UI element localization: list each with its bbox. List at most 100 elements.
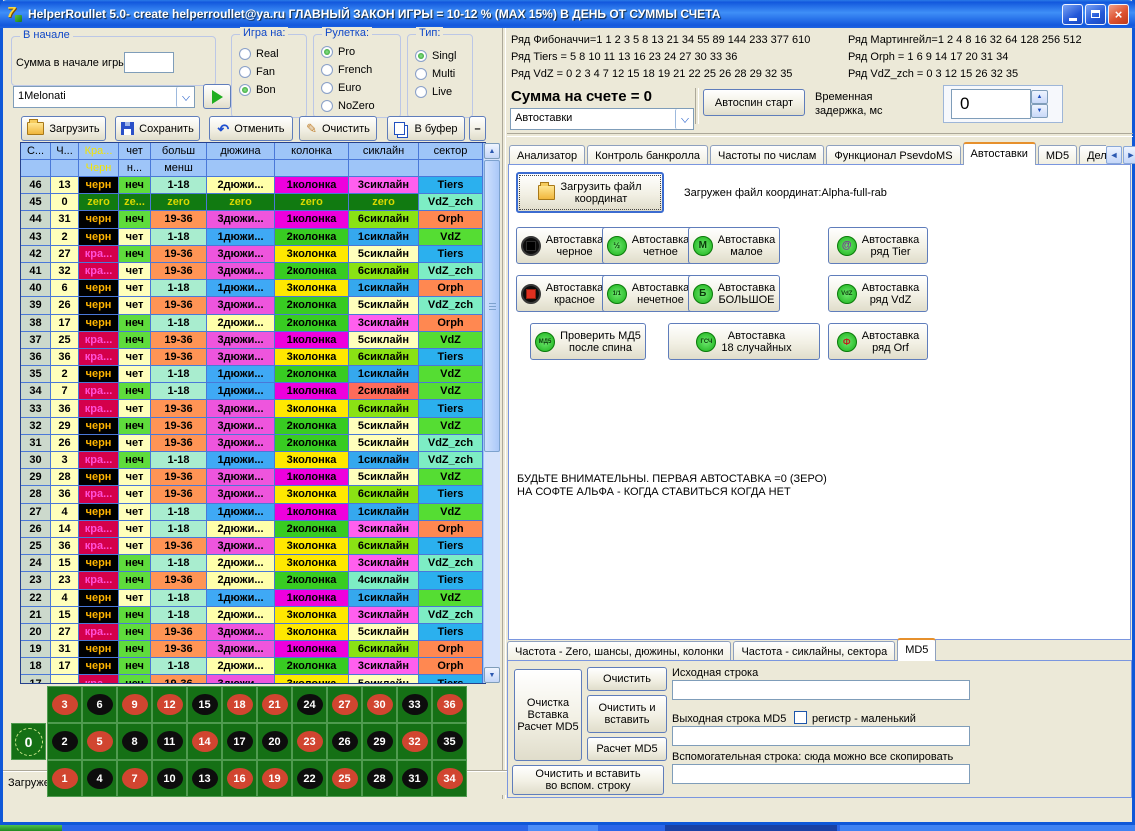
autobet-button-rnd[interactable]: ГСЧАвтоставка18 случайных [668,323,820,360]
board-cell-14[interactable]: 14 [187,723,222,760]
board-cell-22[interactable]: 22 [292,760,327,797]
column-header[interactable]: С... [21,143,51,160]
board-cell-30[interactable]: 30 [362,686,397,723]
taskbar-button[interactable] [528,825,598,831]
column-header[interactable]: дюжина [207,143,275,160]
column-header[interactable] [419,160,483,177]
board-cell-13[interactable]: 13 [187,760,222,797]
autobet-button-orf[interactable]: ФАвтоставкаряд Orf [828,323,928,360]
scroll-down-icon[interactable]: ▼ [484,667,500,683]
radio-option-bon[interactable]: Bon [239,81,279,99]
column-header[interactable]: н... [119,160,151,177]
tab-7[interactable]: Делени [1079,145,1106,165]
tab-1[interactable]: Анализатор [509,145,585,165]
column-header[interactable]: Черн [79,160,119,177]
column-header[interactable] [51,160,79,177]
column-header[interactable]: больш [151,143,207,160]
column-header[interactable]: сектор [419,143,483,160]
clear-and-paste-button[interactable]: Очистить ивставить [587,695,667,733]
lowercase-checkbox[interactable] [794,711,807,724]
freq-tab-2[interactable]: Частота - сиклайны, сектора [733,641,895,661]
scrollbar-thumb[interactable] [484,160,500,452]
board-cell-zero[interactable]: 0 [11,723,46,760]
maximize-button[interactable] [1085,4,1106,25]
board-cell-18[interactable]: 18 [222,686,257,723]
radio-option-real[interactable]: Real [239,45,279,63]
board-cell-12[interactable]: 12 [152,686,187,723]
column-header[interactable]: Кра... [79,143,119,160]
board-cell-25[interactable]: 25 [327,760,362,797]
tab-4[interactable]: Функционал PsevdoMS [826,145,960,165]
output-string-input[interactable] [672,726,970,746]
column-header[interactable]: Ч... [51,143,79,160]
board-cell-19[interactable]: 19 [257,760,292,797]
autobet-button-tier[interactable]: @Автоставкаряд Tier [828,227,928,264]
spinner-down-button[interactable]: ▼ [1031,104,1048,118]
radio-option-singl[interactable]: Singl [415,47,456,65]
autobet-button-odd[interactable]: 1/1Автоставканечетное [602,275,694,312]
radio-option-nozero[interactable]: NoZero [321,97,375,115]
board-cell-31[interactable]: 31 [397,760,432,797]
collapse-button[interactable]: – [469,116,486,141]
taskbar-button[interactable] [665,825,837,831]
board-cell-29[interactable]: 29 [362,723,397,760]
radio-option-french[interactable]: French [321,61,375,79]
panel-splitter[interactable] [502,28,506,799]
autospin-start-button[interactable]: Автоспин старт [703,89,805,116]
board-cell-23[interactable]: 23 [292,723,327,760]
board-cell-20[interactable]: 20 [257,723,292,760]
board-cell-15[interactable]: 15 [187,686,222,723]
board-cell-10[interactable]: 10 [152,760,187,797]
board-cell-8[interactable]: 8 [117,723,152,760]
radio-option-fan[interactable]: Fan [239,63,279,81]
minimize-button[interactable] [1062,4,1083,25]
source-string-input[interactable] [672,680,970,700]
aux-string-input[interactable] [672,764,970,784]
clear-paste-aux-button[interactable]: Очистить и вставитьво вспом. строку [512,765,664,795]
column-header[interactable]: чет [119,143,151,160]
load-coordinates-button[interactable]: Загрузить файлкоординат [516,172,664,213]
tab-2[interactable]: Контроль банкролла [587,145,708,165]
board-cell-9[interactable]: 9 [117,686,152,723]
toolbar-button-open-folder[interactable]: Загрузить [21,116,106,141]
toolbar-button-copy[interactable]: В буфер [387,116,465,141]
board-cell-35[interactable]: 35 [432,723,467,760]
autobet-button-vdz[interactable]: VdZАвтоставкаряд VdZ [828,275,928,312]
board-cell-17[interactable]: 17 [222,723,257,760]
board-cell-28[interactable]: 28 [362,760,397,797]
board-cell-16[interactable]: 16 [222,760,257,797]
column-header[interactable] [21,160,51,177]
freq-tab-1[interactable]: Частота - Zero, шансы, дюжины, колонки [507,641,731,661]
board-cell-5[interactable]: 5 [82,723,117,760]
autobet-button-md5[interactable]: МД5Проверить МД5после спина [530,323,646,360]
board-cell-32[interactable]: 32 [397,723,432,760]
calc-md5-button[interactable]: Расчет MD5 [587,737,667,761]
radio-option-multi[interactable]: Multi [415,65,456,83]
chevron-down-icon[interactable] [176,87,194,107]
column-header[interactable] [207,160,275,177]
toolbar-button-clean[interactable]: ✎Очистить [299,116,377,141]
autobet-button-black[interactable]: Автоставкачерное [516,227,608,264]
toolbar-button-save[interactable]: Сохранить [115,116,200,141]
radio-option-live[interactable]: Live [415,83,456,101]
board-cell-21[interactable]: 21 [257,686,292,723]
board-cell-4[interactable]: 4 [82,760,117,797]
board-cell-7[interactable]: 7 [117,760,152,797]
tab-scroll-left-icon[interactable]: ◄ [1106,146,1122,164]
start-sum-input[interactable] [124,52,174,73]
autobet-button-small[interactable]: МАвтоставкамалое [688,227,780,264]
board-cell-11[interactable]: 11 [152,723,187,760]
board-cell-34[interactable]: 34 [432,760,467,797]
board-cell-6[interactable]: 6 [82,686,117,723]
column-header[interactable] [275,160,349,177]
autobet-button-red[interactable]: Автоставкакрасное [516,275,608,312]
delay-spinner-value[interactable]: 0 [951,89,1031,119]
strategy-select[interactable]: 1Melonati [13,86,195,108]
board-cell-2[interactable]: 2 [47,723,82,760]
column-header[interactable]: колонка [275,143,349,160]
chevron-down-icon[interactable] [675,109,693,129]
start-button[interactable] [0,825,62,831]
board-cell-33[interactable]: 33 [397,686,432,723]
column-header[interactable]: менш [151,160,207,177]
close-button[interactable]: × [1108,4,1129,25]
